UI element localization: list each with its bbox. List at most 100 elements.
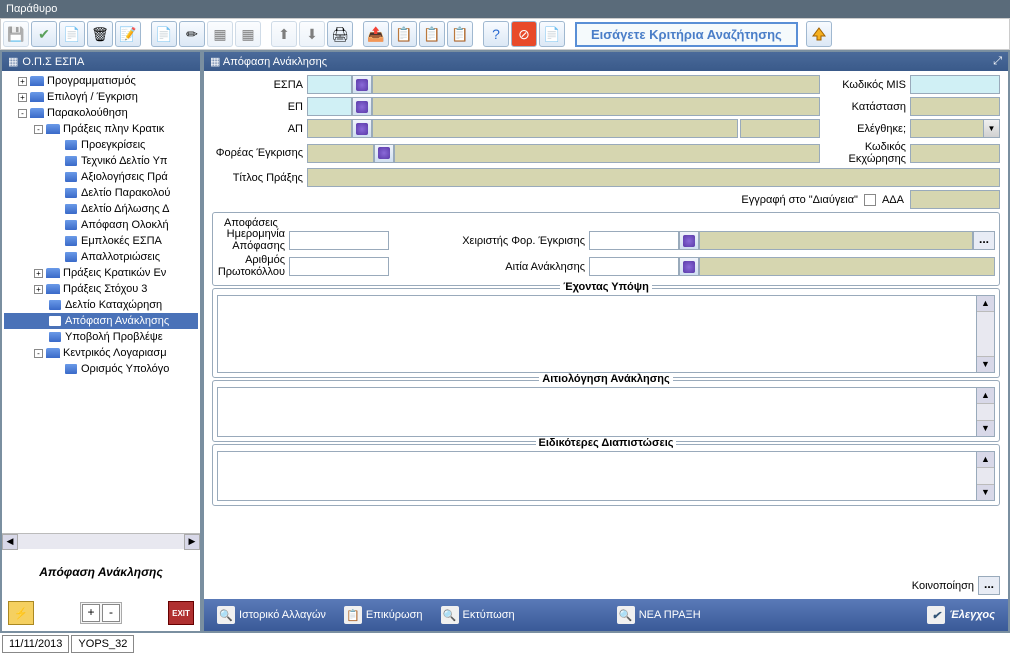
scroll-down-icon[interactable]: ▼ — [977, 420, 994, 436]
tree-h-scrollbar[interactable]: ◀ ▶ — [2, 533, 200, 549]
imerominia-input[interactable] — [289, 231, 389, 250]
expander-icon[interactable]: + — [18, 93, 27, 102]
ep-code-input[interactable] — [307, 97, 352, 116]
tree-node[interactable]: +Πράξεις Κρατικών Εν — [4, 265, 198, 281]
arrow-up-green-icon[interactable] — [806, 21, 832, 47]
scroll-up-icon[interactable]: ▲ — [977, 296, 994, 312]
ep-lookup-button[interactable] — [352, 97, 372, 116]
scroll-down-icon[interactable]: ▼ — [977, 356, 994, 372]
scroll-up-icon[interactable]: ▲ — [977, 388, 994, 404]
tree-node[interactable]: Προεγκρίσεις — [4, 137, 198, 153]
help-icon[interactable]: ? — [483, 21, 509, 47]
tree-node[interactable]: Αξιολογήσεις Πρά — [4, 169, 198, 185]
pencil-icon[interactable]: ✏ — [179, 21, 205, 47]
ektyposi-button[interactable]: 🔍 Εκτύπωση — [434, 603, 522, 627]
zoom-out-button[interactable]: - — [102, 604, 120, 622]
print-icon[interactable]: 🖨 — [327, 21, 353, 47]
ap-desc1-input[interactable] — [372, 119, 738, 138]
kodikos-ekx-input[interactable] — [910, 144, 1000, 163]
clipboard-icon[interactable]: 📋 — [419, 21, 445, 47]
tree-node[interactable]: +Προγραμματισμός — [4, 73, 198, 89]
exontas-scrollbar[interactable]: ▲ ▼ — [977, 295, 995, 373]
ap-desc2-input[interactable] — [740, 119, 820, 138]
scroll-down-icon[interactable]: ▼ — [977, 484, 994, 500]
espa-desc-input[interactable] — [372, 75, 820, 94]
xeiristis-lookup-button[interactable] — [679, 231, 699, 250]
xeiristis-code-input[interactable] — [589, 231, 679, 250]
tree-node[interactable]: Δελτίο Δήλωσης Δ — [4, 201, 198, 217]
nav-tree[interactable]: +Προγραμματισμός+Επιλογή / Έγκριση-Παρακ… — [2, 71, 200, 533]
xeiristis-desc-input[interactable] — [699, 231, 973, 250]
tree-node[interactable]: Απόφαση Ανάκλησης — [4, 313, 198, 329]
diavgeia-checkbox[interactable] — [864, 194, 876, 206]
doc-edit-icon[interactable]: 📝 — [115, 21, 141, 47]
foreas-lookup-button[interactable] — [374, 144, 394, 163]
mis-input[interactable] — [910, 75, 1000, 94]
form-icon[interactable]: 📋 — [391, 21, 417, 47]
scroll-right-icon[interactable]: ▶ — [184, 534, 200, 550]
arrow-up-icon[interactable]: ⬆ — [271, 21, 297, 47]
espa-code-input[interactable] — [307, 75, 352, 94]
zoom-in-button[interactable]: + — [82, 604, 100, 622]
doc-delete-icon[interactable]: 🗑 — [87, 21, 113, 47]
ap-lookup-button[interactable] — [352, 119, 372, 138]
istoriko-button[interactable]: 🔍 Ιστορικό Αλλαγών — [210, 603, 333, 627]
scroll-left-icon[interactable]: ◀ — [2, 534, 18, 550]
tree-node[interactable]: Απόφαση Ολοκλή — [4, 217, 198, 233]
save-icon[interactable]: 💾 — [3, 21, 29, 47]
katastasi-input[interactable] — [910, 97, 1000, 116]
elegxthike-select[interactable] — [910, 119, 984, 138]
more-button[interactable]: ... — [973, 231, 995, 250]
aitiologisi-textarea[interactable] — [217, 387, 977, 437]
titlos-input[interactable] — [307, 168, 1000, 187]
exit-icon[interactable]: EXIT — [168, 601, 194, 625]
arrow-down-icon[interactable]: ⬇ — [299, 21, 325, 47]
expander-icon[interactable]: + — [34, 269, 43, 278]
paste-icon[interactable]: 📋 — [447, 21, 473, 47]
tree-node[interactable]: -Πράξεις πλην Κρατικ — [4, 121, 198, 137]
scroll-up-icon[interactable]: ▲ — [977, 452, 994, 468]
foreas-desc-input[interactable] — [394, 144, 820, 163]
protokollo-input[interactable] — [289, 257, 389, 276]
exontas-textarea[interactable] — [217, 295, 977, 373]
nea-praxi-button[interactable]: 🔍 ΝΕΑ ΠΡΑΞΗ — [610, 603, 708, 627]
tree-node[interactable]: Δελτίο Παρακολού — [4, 185, 198, 201]
maximize-icon[interactable]: ⤢ — [993, 55, 1002, 68]
export-icon[interactable]: 📤 — [363, 21, 389, 47]
tree-node[interactable]: Τεχνικό Δελτίο Υπ — [4, 153, 198, 169]
expander-icon[interactable]: + — [34, 285, 43, 294]
eidikoteres-textarea[interactable] — [217, 451, 977, 501]
aitia-lookup-button[interactable] — [679, 257, 699, 276]
grid-icon[interactable]: ▦ — [207, 21, 233, 47]
expander-icon[interactable]: - — [34, 349, 43, 358]
doc-refresh-icon[interactable]: 📄 — [59, 21, 85, 47]
tree-node[interactable]: -Κεντρικός Λογαριασμ — [4, 345, 198, 361]
tree-node[interactable]: Δελτίο Καταχώρηση — [4, 297, 198, 313]
expander-icon[interactable]: - — [18, 109, 27, 118]
grid2-icon[interactable]: ▦ — [235, 21, 261, 47]
aitia-code-input[interactable] — [589, 257, 679, 276]
doc-new-icon[interactable]: 📄 — [151, 21, 177, 47]
epikyrosi-button[interactable]: 📋 Επικύρωση — [337, 603, 430, 627]
note-icon[interactable]: 📄 — [539, 21, 565, 47]
expander-icon[interactable]: - — [34, 125, 43, 134]
tree-node[interactable]: Υποβολή Προβλέψε — [4, 329, 198, 345]
check-icon[interactable]: ✔ — [31, 21, 57, 47]
expander-icon[interactable]: + — [18, 77, 27, 86]
tree-node[interactable]: Απαλλοτριώσεις — [4, 249, 198, 265]
tree-node[interactable]: Ορισμός Υπολόγο — [4, 361, 198, 377]
foreas-code-input[interactable] — [307, 144, 374, 163]
espa-lookup-button[interactable] — [352, 75, 372, 94]
tree-node[interactable]: +Επιλογή / Έγκριση — [4, 89, 198, 105]
aitia-desc-input[interactable] — [699, 257, 995, 276]
lightning-icon[interactable]: ⚡ — [8, 601, 34, 625]
tree-node[interactable]: -Παρακολούθηση — [4, 105, 198, 121]
tree-node[interactable]: +Πράξεις Στόχου 3 — [4, 281, 198, 297]
koinopoiisi-button[interactable]: ... — [978, 576, 1000, 595]
ap-code-input[interactable] — [307, 119, 352, 138]
ada-input[interactable] — [910, 190, 1000, 209]
elegxos-button[interactable]: ✔ Έλεγχος — [920, 603, 1002, 627]
stop-icon[interactable]: ⊘ — [511, 21, 537, 47]
dropdown-icon[interactable]: ▼ — [984, 119, 1000, 138]
eidikoteres-scrollbar[interactable]: ▲ ▼ — [977, 451, 995, 501]
